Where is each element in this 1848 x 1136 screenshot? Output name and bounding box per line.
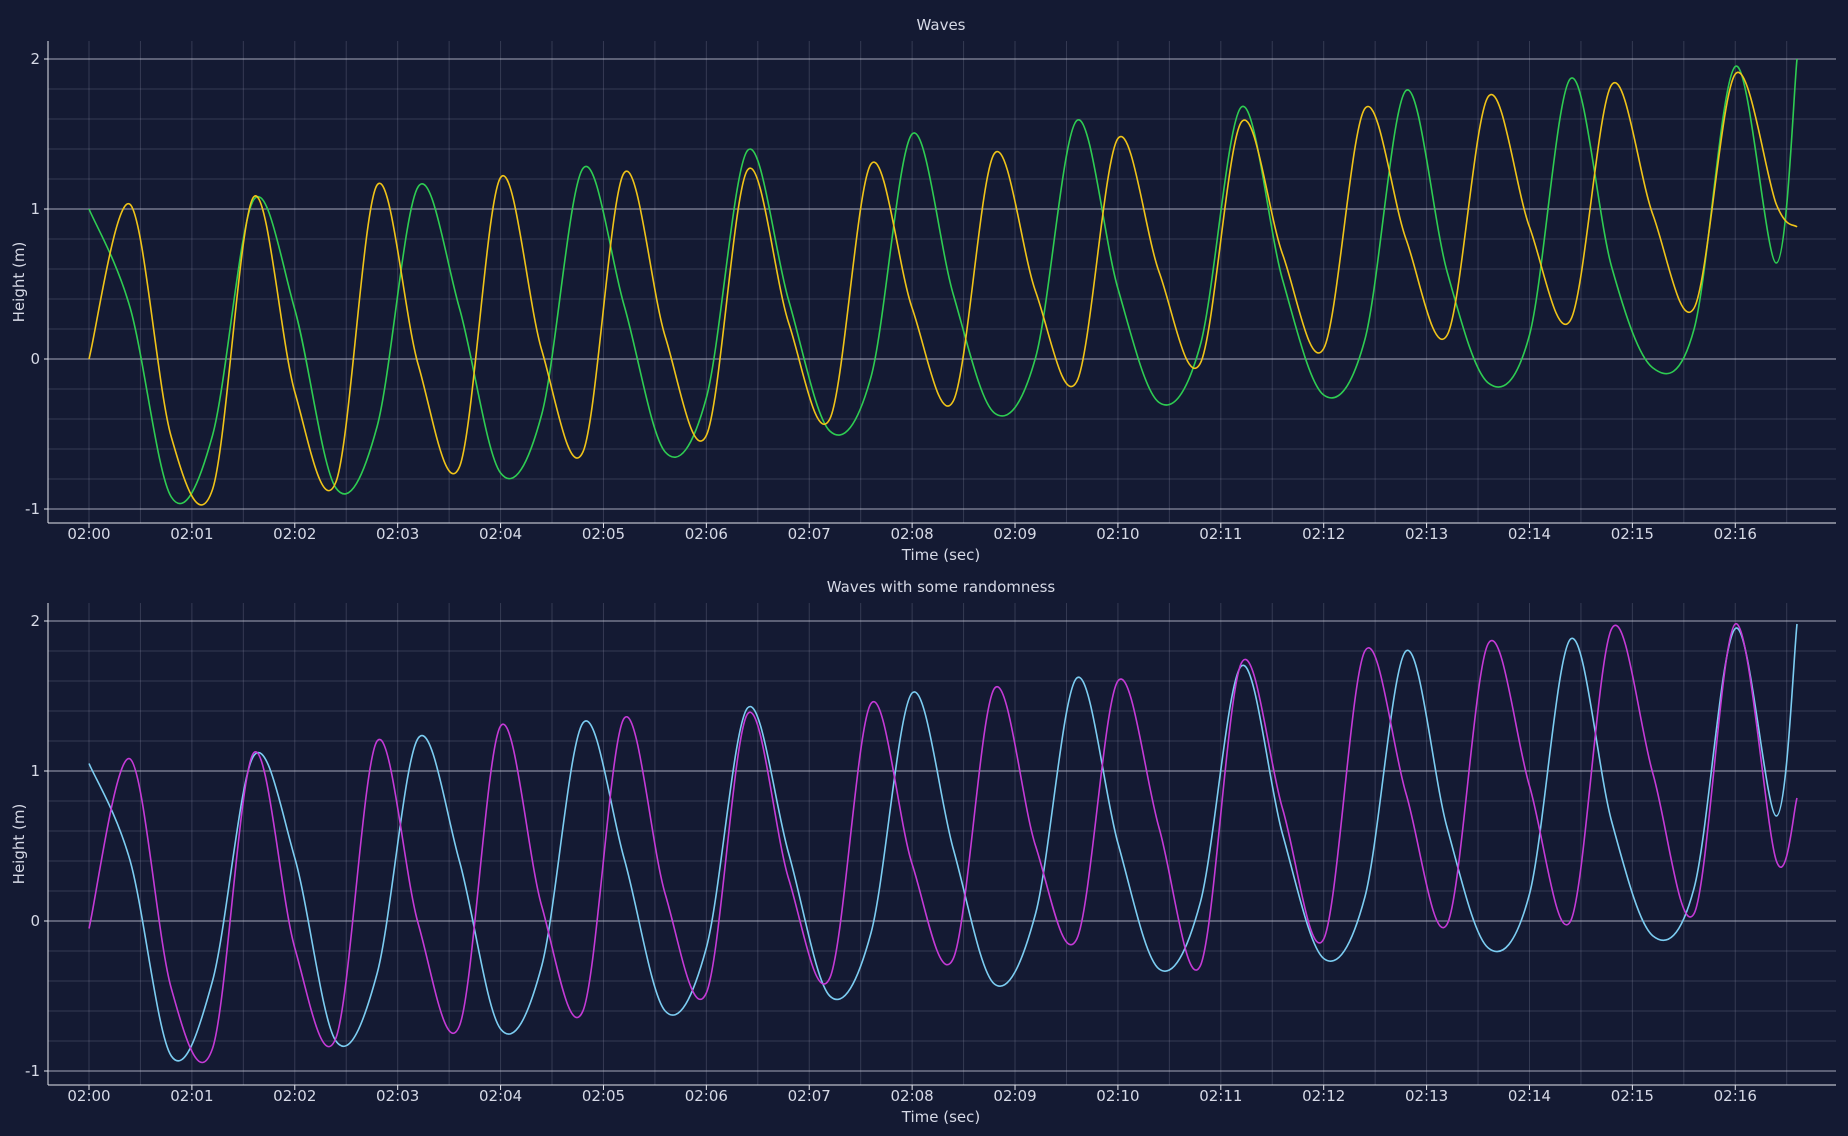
x-tick-label: 02:00	[67, 1087, 110, 1105]
charts-figure: 2 1 0 -1 02:00 02:01 02:02 02:03 02:04 02:05 02:06…	[0, 0, 1848, 1136]
y-axis-label: Height (m)	[10, 804, 28, 885]
x-tick-label: 02:06	[685, 1087, 728, 1105]
x-tick-label: 02:07	[788, 1087, 831, 1105]
y-tick-label: 2	[30, 612, 40, 630]
y-tick-label: -1	[25, 500, 40, 518]
x-tick-label: 02:16	[1714, 1087, 1757, 1105]
chart-title: Waves	[917, 16, 966, 34]
x-tick-label: 02:11	[1199, 525, 1242, 543]
y-tick-label: 1	[30, 200, 40, 218]
y-tick-label: 2	[30, 50, 40, 68]
x-tick-label: 02:16	[1714, 525, 1757, 543]
x-tick-label: 02:05	[582, 525, 625, 543]
x-tick-label: 02:09	[993, 1087, 1036, 1105]
y-tick-label: 0	[30, 350, 40, 368]
figure-canvas: 2 1 0 -1 02:00 02:01 02:02 02:03 02:04 02:05 02:06…	[10, 16, 1836, 1126]
series-line-2	[88, 71, 1798, 506]
chart-1: 2 1 0 -1 02:00 02:01 02:02 02:03 02:04 02:05 02:06…	[10, 16, 1836, 564]
x-tick-label: 02:09	[993, 525, 1036, 543]
y-tick-label: 0	[30, 912, 40, 930]
series-line-1	[88, 623, 1798, 1062]
x-tick-label: 02:03	[376, 1087, 419, 1105]
x-tick-label: 02:15	[1611, 525, 1654, 543]
chart-2: 2 1 0 -1 02:00 02:01 02:02 02:03 02:04 02:05 02:06…	[10, 578, 1836, 1126]
x-tick-label: 02:15	[1611, 1087, 1654, 1105]
x-tick-label: 02:00	[67, 525, 110, 543]
x-tick-label: 02:11	[1199, 1087, 1242, 1105]
y-tick-label: -1	[25, 1062, 40, 1080]
x-tick-label: 02:06	[685, 525, 728, 543]
x-tick-label: 02:01	[170, 1087, 213, 1105]
x-axis-label: Time (sec)	[901, 546, 980, 564]
x-tick-label: 02:12	[1302, 525, 1345, 543]
x-tick-label: 02:05	[582, 1087, 625, 1105]
x-tick-label: 02:01	[170, 525, 213, 543]
x-tick-label: 02:12	[1302, 1087, 1345, 1105]
x-tick-label: 02:02	[273, 1087, 316, 1105]
x-tick-label: 02:04	[479, 1087, 522, 1105]
x-tick-label: 02:13	[1405, 525, 1448, 543]
x-tick-label: 02:03	[376, 525, 419, 543]
x-tick-label: 02:08	[891, 525, 934, 543]
x-tick-label: 02:08	[891, 1087, 934, 1105]
series-line-2	[88, 623, 1798, 1064]
y-tick-label: 1	[30, 762, 40, 780]
x-tick-label: 02:13	[1405, 1087, 1448, 1105]
x-tick-label: 02:10	[1096, 1087, 1139, 1105]
chart-title: Waves with some randomness	[827, 578, 1056, 596]
x-tick-label: 02:02	[273, 525, 316, 543]
y-axis-label: Height (m)	[10, 242, 28, 323]
x-axis-label: Time (sec)	[901, 1108, 980, 1126]
x-tick-label: 02:14	[1508, 525, 1551, 543]
x-tick-label: 02:07	[788, 525, 831, 543]
x-tick-label: 02:10	[1096, 525, 1139, 543]
x-tick-label: 02:04	[479, 525, 522, 543]
x-tick-label: 02:14	[1508, 1087, 1551, 1105]
